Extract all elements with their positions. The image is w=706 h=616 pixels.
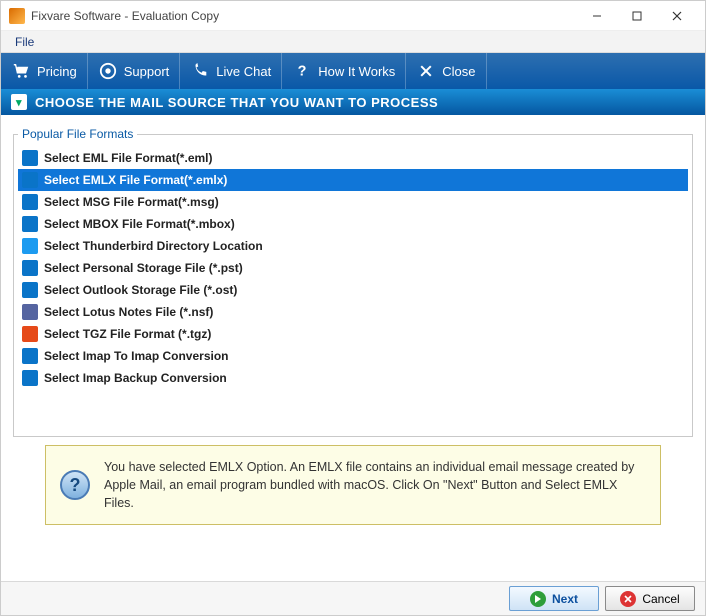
formats-legend: Popular File Formats [18, 127, 137, 141]
format-item[interactable]: Select MSG File Format(*.msg) [18, 191, 688, 213]
toolbar: Pricing Support Live Chat ? How It Works… [1, 53, 705, 89]
format-icon [22, 304, 38, 320]
footer-bar: Next Cancel [1, 581, 705, 615]
arrow-right-icon [530, 591, 546, 607]
format-item[interactable]: Select EML File Format(*.eml) [18, 147, 688, 169]
format-item[interactable]: Select Outlook Storage File (*.ost) [18, 279, 688, 301]
toolbar-close[interactable]: Close [406, 53, 486, 89]
maximize-icon [632, 11, 642, 21]
format-item[interactable]: Select EMLX File Format(*.emlx) [18, 169, 688, 191]
format-label: Select MBOX File Format(*.mbox) [44, 217, 235, 231]
section-header-label: CHOOSE THE MAIL SOURCE THAT YOU WANT TO … [35, 95, 438, 110]
format-label: Select Imap Backup Conversion [44, 371, 227, 385]
svg-text:?: ? [298, 64, 307, 80]
next-button[interactable]: Next [509, 586, 599, 611]
titlebar: Fixvare Software - Evaluation Copy [1, 1, 705, 31]
format-icon [22, 282, 38, 298]
cancel-button[interactable]: Cancel [605, 586, 695, 611]
question-icon: ? [292, 61, 312, 81]
format-item[interactable]: Select MBOX File Format(*.mbox) [18, 213, 688, 235]
format-icon [22, 150, 38, 166]
cart-icon [11, 61, 31, 81]
format-label: Select Outlook Storage File (*.ost) [44, 283, 237, 297]
info-text: You have selected EMLX Option. An EMLX f… [104, 458, 646, 512]
info-icon: ? [60, 470, 90, 500]
format-label: Select EML File Format(*.eml) [44, 151, 213, 165]
formats-list: Select EML File Format(*.eml) Select EMLX… [18, 147, 688, 389]
info-box: ? You have selected EMLX Option. An EMLX… [45, 445, 661, 525]
format-icon [22, 238, 38, 254]
next-button-label: Next [552, 592, 578, 606]
cancel-icon [620, 591, 636, 607]
minimize-button[interactable] [577, 2, 617, 30]
section-header: ▾ CHOOSE THE MAIL SOURCE THAT YOU WANT T… [1, 89, 705, 115]
toolbar-close-label: Close [442, 64, 475, 79]
menubar: File [1, 31, 705, 53]
section-header-icon: ▾ [11, 94, 27, 110]
app-icon [9, 8, 25, 24]
format-item[interactable]: Select TGZ File Format (*.tgz) [18, 323, 688, 345]
format-icon [22, 260, 38, 276]
toolbar-howitworks-label: How It Works [318, 64, 395, 79]
minimize-icon [592, 11, 602, 21]
support-icon [98, 61, 118, 81]
toolbar-livechat[interactable]: Live Chat [180, 53, 282, 89]
toolbar-pricing-label: Pricing [37, 64, 77, 79]
format-icon [22, 348, 38, 364]
format-item[interactable]: Select Lotus Notes File (*.nsf) [18, 301, 688, 323]
format-item[interactable]: Select Thunderbird Directory Location [18, 235, 688, 257]
toolbar-pricing[interactable]: Pricing [1, 53, 88, 89]
format-icon [22, 172, 38, 188]
format-item[interactable]: Select Personal Storage File (*.pst) [18, 257, 688, 279]
format-label: Select EMLX File Format(*.emlx) [44, 173, 227, 187]
cancel-button-label: Cancel [642, 592, 679, 606]
format-label: Select Lotus Notes File (*.nsf) [44, 305, 213, 319]
format-icon [22, 216, 38, 232]
format-item[interactable]: Select Imap To Imap Conversion [18, 345, 688, 367]
formats-group: Popular File Formats Select EML File For… [13, 127, 693, 437]
format-icon [22, 370, 38, 386]
format-icon [22, 326, 38, 342]
window-title: Fixvare Software - Evaluation Copy [31, 9, 577, 23]
format-icon [22, 194, 38, 210]
format-label: Select MSG File Format(*.msg) [44, 195, 219, 209]
content-area: Popular File Formats Select EML File For… [1, 115, 705, 537]
close-x-icon [416, 61, 436, 81]
format-label: Select Personal Storage File (*.pst) [44, 261, 243, 275]
toolbar-howitworks[interactable]: ? How It Works [282, 53, 406, 89]
format-label: Select Imap To Imap Conversion [44, 349, 229, 363]
format-label: Select Thunderbird Directory Location [44, 239, 263, 253]
toolbar-support[interactable]: Support [88, 53, 181, 89]
toolbar-support-label: Support [124, 64, 170, 79]
toolbar-livechat-label: Live Chat [216, 64, 271, 79]
format-item[interactable]: Select Imap Backup Conversion [18, 367, 688, 389]
close-icon [672, 11, 682, 21]
phone-icon [190, 61, 210, 81]
menu-file[interactable]: File [7, 33, 42, 51]
maximize-button[interactable] [617, 2, 657, 30]
close-window-button[interactable] [657, 2, 697, 30]
format-label: Select TGZ File Format (*.tgz) [44, 327, 211, 341]
